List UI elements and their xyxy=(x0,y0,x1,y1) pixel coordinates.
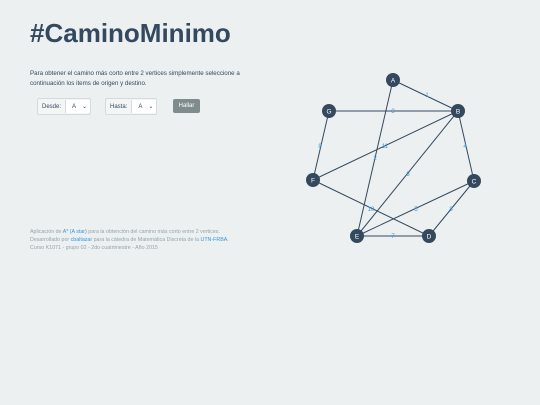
graph-node-b: B xyxy=(451,104,465,118)
graph-edges: 1828 11 435 8107 xyxy=(312,79,475,240)
node-label: B xyxy=(456,108,460,115)
edge-weight-label: 7 xyxy=(391,234,395,240)
edge-weight-label: 8 xyxy=(318,144,322,150)
edge-weight-label: 8 xyxy=(449,207,453,213)
node-label: F xyxy=(311,177,315,184)
node-label: A xyxy=(391,77,396,84)
graph-node-f: F xyxy=(306,173,320,187)
edge-weight-label: 1 xyxy=(425,93,429,99)
graph-canvas: 1828 11 435 8107 ABCDEFG xyxy=(306,73,481,243)
node-label: D xyxy=(427,233,432,240)
node-label: G xyxy=(326,108,331,115)
edge-weight-label: 3 xyxy=(406,172,410,178)
graph-node-a: A xyxy=(386,73,400,87)
node-label: C xyxy=(472,178,477,185)
edge-weight-label: 10 xyxy=(368,207,375,213)
graph-node-c: C xyxy=(467,174,481,188)
graph-node-e: E xyxy=(350,229,364,243)
graph-node-d: D xyxy=(422,229,436,243)
graph-nodes: A B C D E F G xyxy=(306,73,481,243)
edge-weight-label: 8 xyxy=(391,109,395,115)
graph-node-g: G xyxy=(322,104,336,118)
node-label: E xyxy=(355,233,360,240)
edge-weight-label: 2 xyxy=(373,156,377,162)
edge-weight-label: 11 xyxy=(382,144,389,150)
